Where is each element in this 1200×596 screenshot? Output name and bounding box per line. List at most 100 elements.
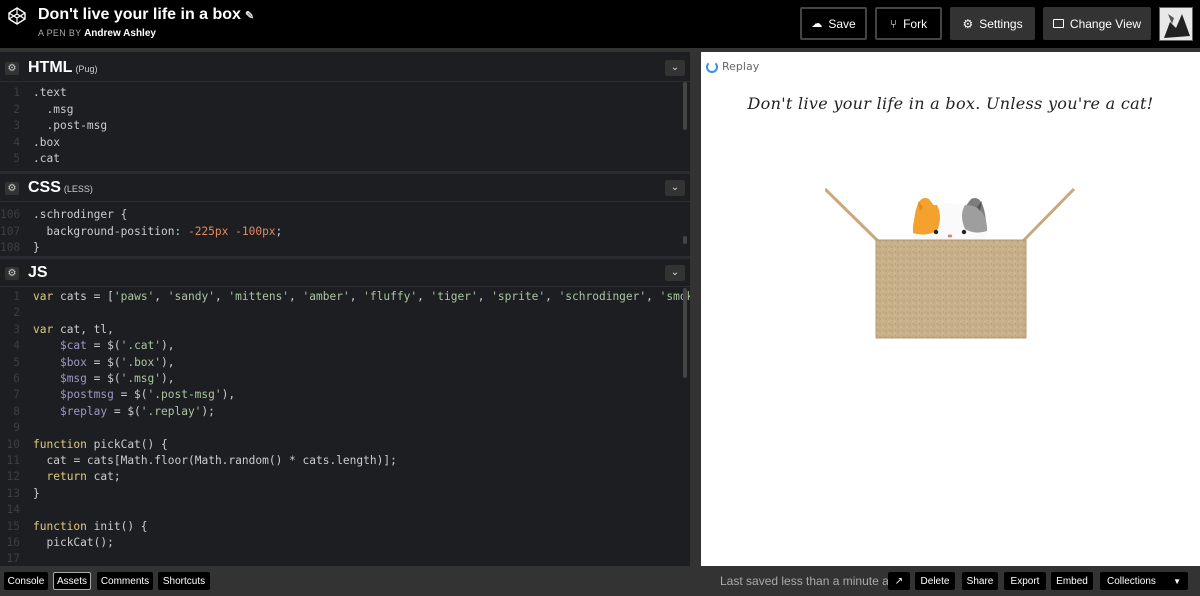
settings-button[interactable]: ⚙ Settings [950,7,1035,40]
html-code-line: .box [33,135,60,149]
js-code-line: var cat, tl, [33,322,114,336]
css-line-number: 106 [0,208,21,221]
fork-icon: ⑂ [889,16,898,31]
html-code-line: .msg [33,102,74,116]
html-settings-gear-icon[interactable]: ⚙ [5,62,19,75]
js-settings-gear-icon[interactable]: ⚙ [5,267,19,280]
cat-in-box-illustration [825,187,1075,339]
css-line-number: 108 [0,241,21,254]
js-line-number: 12 [6,470,20,484]
gear-icon: ⚙ [962,16,974,31]
embed-button[interactable]: Embed [1051,572,1093,590]
box-right-flap [1020,187,1075,244]
js-line-number: 13 [6,486,20,500]
console-label: Console [7,575,45,587]
js-code-line: function init() { [33,519,148,533]
export-button[interactable]: Export [1004,572,1046,590]
replay-icon [706,60,718,73]
html-line-number: 5 [13,152,20,165]
html-collapse-chevron-icon[interactable]: ⌄ [665,60,685,76]
css-collapse-chevron-icon[interactable]: ⌄ [665,180,685,196]
settings-label: Settings [979,16,1023,31]
pen-title[interactable]: Don't live your life in a box ✎ [38,6,254,24]
js-code-line: function pickCat() { [33,437,168,451]
js-line-number: 11 [6,454,20,467]
html-editor-header: ⚙ HTML (Pug) ⌄ [0,54,690,82]
html-editor-title: HTML (Pug) [28,59,97,77]
css-code-line: background-position: -225px -100px; [46,224,283,238]
js-line-number: 14 [6,503,20,517]
fork-button[interactable]: ⑂ Fork [875,7,942,40]
codepen-logo-icon[interactable] [8,7,26,25]
html-code-line: .post-msg [33,119,108,132]
html-line-number: 3 [13,119,20,132]
replay-label: Replay [722,60,760,73]
js-label: JS [28,264,48,281]
pen-byline: A PEN BY Andrew Ashley [38,28,156,39]
js-line-number: 2 [13,306,20,320]
js-line-number: 1 [13,290,20,303]
js-code-line: pickCat(); [46,536,114,549]
js-code-line: $postmsg = $('.post-msg'), [59,388,236,402]
js-collapse-chevron-icon[interactable]: ⌄ [665,265,685,281]
js-code-line: var cats = ['paws', 'sandy', 'mittens', … [33,290,690,303]
delete-label: Delete [920,575,950,587]
js-code-line: $box = $('.box'), [59,355,175,369]
html-code-line: .text [33,86,67,99]
css-label: CSS [28,179,61,196]
editor-column: ⚙ HTML (Pug) ⌄ 1 .text 2 .msg 3 .post-msg 4 .b… [0,52,690,566]
js-code-line: $replay = $('.replay'); [59,404,215,418]
js-line-number: 8 [13,404,20,418]
author-link[interactable]: Andrew Ashley [84,28,156,39]
avatar-image [1160,8,1192,40]
js-code-editor[interactable]: 1 var cats = ['paws', 'sandy', 'mittens',… [0,288,690,566]
js-line-number: 6 [13,372,20,385]
console-button[interactable]: Console [4,572,48,590]
replay-button[interactable]: Replay [706,60,759,73]
change-view-label: Change View [1069,16,1142,31]
js-line-number: 9 [13,421,20,435]
css-code-line: } [33,241,40,254]
open-external-icon[interactable]: ↗ [888,572,910,590]
js-line-number: 15 [6,519,20,533]
js-scrollbar[interactable] [683,288,687,378]
collections-dropdown[interactable]: Collections ▼ [1100,572,1188,590]
html-line-number: 1 [13,86,20,99]
js-line-number: 10 [6,437,20,451]
js-line-number: 5 [13,355,20,369]
assets-label: Assets [56,575,87,587]
html-scrollbar[interactable] [683,82,687,130]
js-line-number: 16 [6,536,20,549]
css-scrollbar[interactable] [683,236,687,244]
change-view-button[interactable]: Change View [1043,7,1151,40]
pencil-icon[interactable]: ✎ [245,10,254,22]
shortcuts-button[interactable]: Shortcuts [158,572,210,590]
comments-label: Comments [100,575,150,587]
js-line-number: 4 [13,339,20,353]
js-line-number: 7 [13,388,20,402]
css-code-editor[interactable]: 106 .schrodinger {107 background-position… [0,202,690,256]
html-line-number: 4 [13,135,20,149]
html-line-number: 2 [13,102,20,116]
pen-title-text: Don't live your life in a box [38,6,241,23]
comments-button[interactable]: Comments [97,572,153,590]
save-label: Save [828,16,856,31]
css-settings-gear-icon[interactable]: ⚙ [5,182,19,195]
js-editor-header: ⚙ JS ⌄ [0,259,690,287]
box-left-flap [825,187,881,244]
save-button[interactable]: ☁ Save [800,7,867,40]
bottom-bar: Console Assets Comments Shortcuts Last s… [0,566,1200,596]
assets-button[interactable]: Assets [53,572,91,590]
editor-preview-resizer[interactable] [690,52,701,566]
html-label: HTML [28,59,73,76]
user-avatar[interactable] [1159,7,1193,41]
share-button[interactable]: Share [962,572,998,590]
js-line-number: 17 [6,552,20,566]
html-code-editor[interactable]: 1 .text 2 .msg 3 .post-msg 4 .box 5 .cat [0,82,690,170]
delete-button[interactable]: Delete [915,572,955,590]
css-line-number: 107 [0,224,21,238]
js-editor-title: JS [28,264,48,282]
layout-icon [1052,19,1064,28]
js-code-line: } [33,486,40,500]
fork-label: Fork [903,16,928,31]
